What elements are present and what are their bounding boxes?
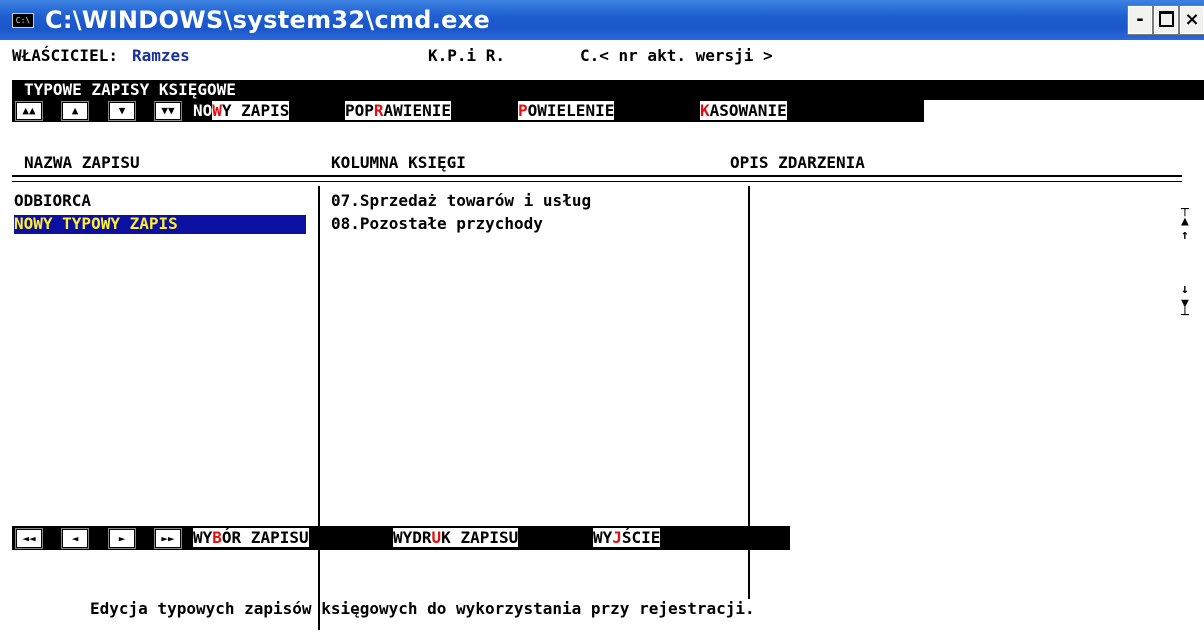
column-header-column: KOLUMNA KSIĘGI	[331, 153, 466, 172]
top-menu-new[interactable]: NOWY ZAPIS	[193, 101, 290, 121]
maximize-button[interactable]	[1153, 5, 1179, 35]
footer-prev-button[interactable]: ◄	[61, 528, 89, 549]
footer-exit-pre: WY	[593, 528, 613, 547]
program-name: K.P.i R.	[428, 46, 506, 65]
window-title: C:\WINDOWS\system32\cmd.exe	[45, 6, 491, 34]
top-menu-bar	[12, 100, 924, 122]
footer-select-hotkey: B	[212, 528, 222, 547]
row-name: ODBIORCA	[14, 191, 92, 210]
section-title: TYPOWE ZAPISY KSIĘGOWE	[24, 80, 236, 99]
nav-prev-button[interactable]: ▲	[61, 101, 89, 121]
column-header-description: OPIS ZDARZENIA	[730, 153, 865, 172]
header-separator-bottom	[12, 181, 1182, 182]
row-column: 07.Sprzedaż towarów i usług	[331, 191, 592, 210]
section-header: TYPOWE ZAPISY KSIĘGOWE	[12, 80, 1204, 100]
row-name: NOWY TYPOWY ZAPIS	[14, 214, 178, 233]
footer-print-pre: WYDR	[393, 528, 432, 547]
menu-item-delete-post: ASOWANIE	[709, 101, 787, 120]
nav-last-button[interactable]: ▼▼	[154, 101, 182, 121]
footer-select-post: ÓR ZAPISU	[221, 528, 309, 547]
menu-item-delete-hotkey: K	[700, 101, 710, 120]
help-text: Edycja typowych zapisów księgowych do wy…	[90, 599, 755, 618]
menu-item-duplicate-post: OWIELENIE	[527, 101, 615, 120]
footer-exit-post: ŚCIE	[621, 528, 661, 547]
footer-menu-exit[interactable]: WYJŚCIE	[593, 528, 661, 548]
version-info: C.< nr akt. wersji >	[580, 46, 773, 65]
footer-exit-hotkey: J	[612, 528, 622, 547]
console-area: WŁAŚCICIEL: Ramzes K.P.i R. C.< nr akt. …	[0, 40, 1204, 637]
footer-print-post: K ZAPISU	[441, 528, 519, 547]
close-button[interactable]: ×	[1179, 5, 1204, 35]
column-divider-1	[318, 186, 320, 630]
menu-item-new-pre: NO	[193, 101, 213, 120]
footer-menu-select[interactable]: WYBÓR ZAPISU	[193, 528, 309, 548]
top-menu-edit[interactable]: POPRAWIENIE	[345, 101, 451, 121]
nav-next-button[interactable]: ▼	[108, 101, 136, 121]
menu-item-new-hotkey: W	[212, 101, 222, 120]
maximize-icon	[1158, 10, 1174, 27]
scroll-bottom-icon[interactable]: ┴	[1181, 309, 1189, 322]
footer-print-hotkey: U	[431, 528, 442, 547]
footer-menu-print[interactable]: WYDRUK ZAPISU	[393, 528, 519, 548]
footer-first-button[interactable]: ◄◄	[15, 528, 43, 549]
footer-next-button[interactable]: ►	[108, 528, 136, 549]
top-menu-delete[interactable]: KASOWANIE	[700, 101, 787, 121]
nav-first-button[interactable]: ▲▲	[15, 101, 43, 121]
header-separator-top	[12, 175, 1182, 177]
table-row-selected[interactable]: NOWY TYPOWY ZAPIS	[14, 214, 306, 234]
minimize-button[interactable]: -	[1127, 5, 1153, 35]
top-menu-duplicate[interactable]: POWIELENIE	[518, 101, 615, 121]
footer-select-pre: WY	[193, 528, 213, 547]
line-up-icon[interactable]: ↑	[1181, 229, 1189, 242]
column-header-name: NAZWA ZAPISU	[24, 153, 140, 172]
console-icon: C:\	[12, 13, 34, 28]
row-column: 08.Pozostałe przychody	[331, 214, 543, 233]
page-up-icon[interactable]: ▲	[1181, 215, 1189, 228]
menu-item-new-post: Y ZAPIS	[221, 101, 290, 120]
menu-item-edit-pre: POP	[345, 101, 374, 120]
owner-name: Ramzes	[132, 46, 190, 65]
window-title-bar[interactable]: C:\ C:\WINDOWS\system32\cmd.exe - ×	[0, 0, 1204, 40]
menu-item-duplicate-hotkey: P	[518, 101, 528, 120]
line-down-icon[interactable]: ↓	[1181, 283, 1189, 296]
owner-label: WŁAŚCICIEL:	[12, 46, 118, 65]
menu-item-edit-post: AWIENIE	[383, 101, 451, 120]
menu-item-edit-hotkey: R	[373, 101, 384, 120]
footer-last-button[interactable]: ►►	[154, 528, 182, 549]
